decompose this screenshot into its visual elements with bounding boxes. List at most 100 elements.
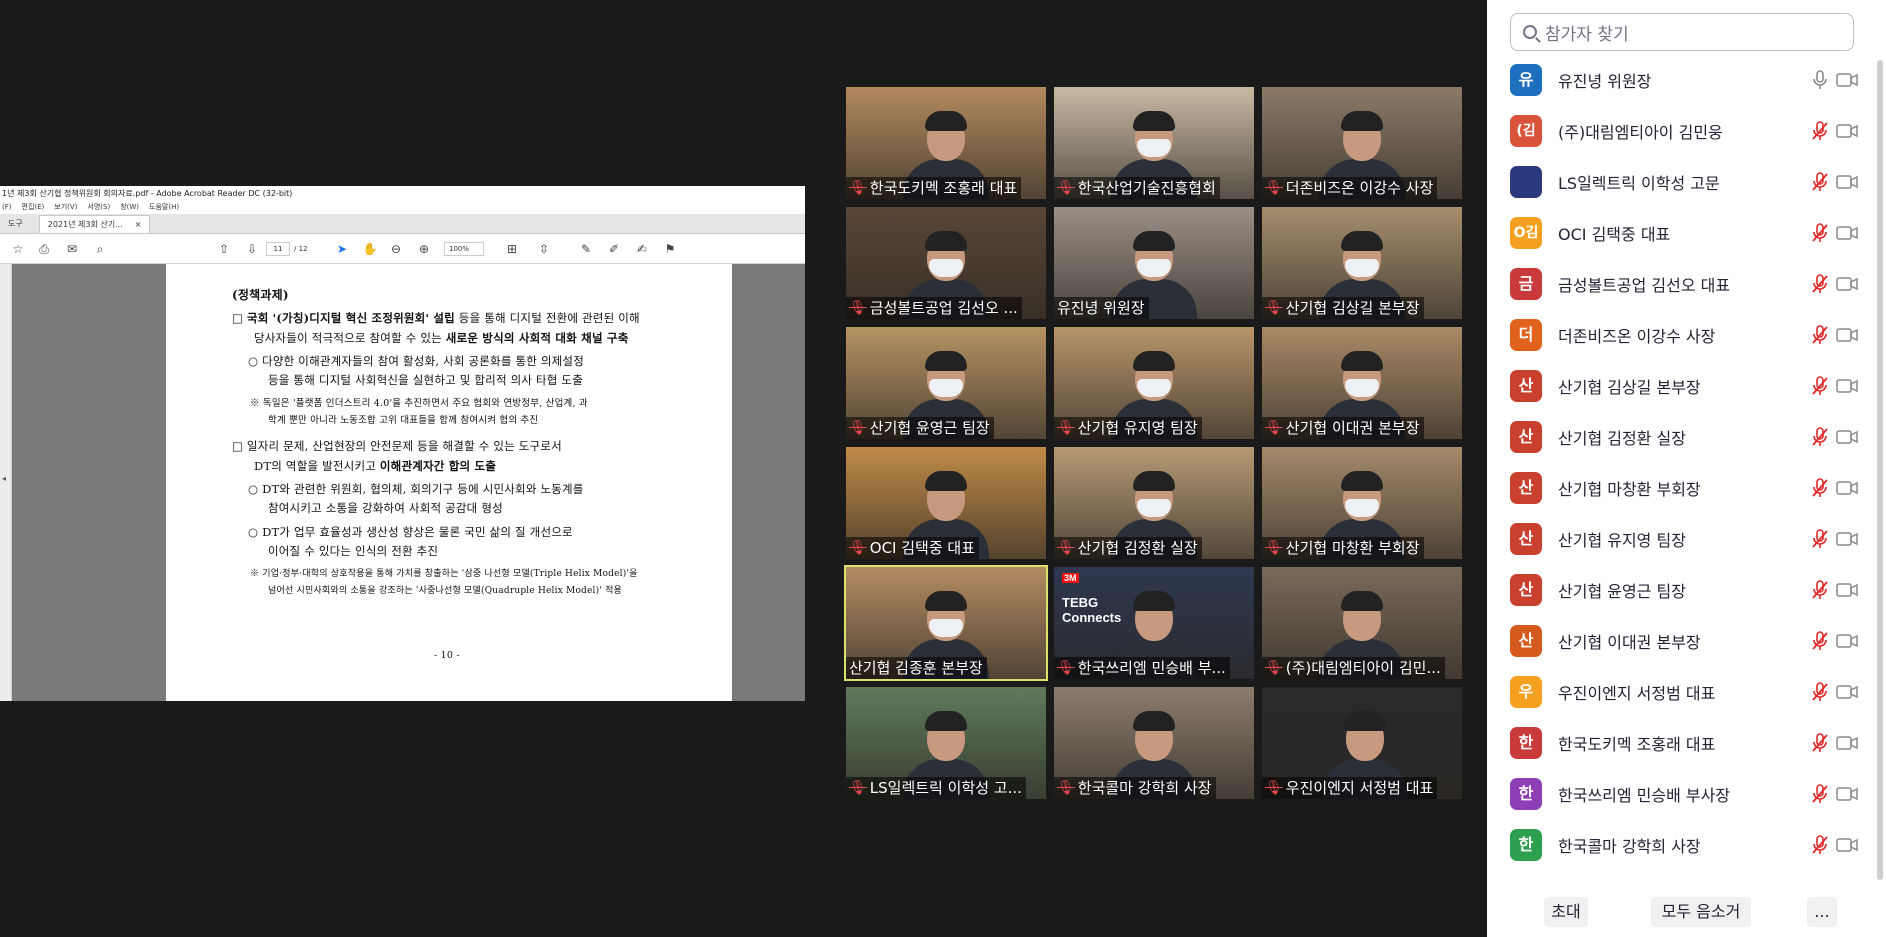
zoom-select[interactable]: 100% [444,242,484,256]
mic-muted-icon[interactable] [1811,171,1829,192]
mic-muted-icon[interactable] [1811,579,1829,600]
stamp-icon[interactable]: ⚑ [662,241,678,257]
fit-page-icon[interactable]: ⊞ [504,241,520,257]
menu-edit[interactable]: 편집(E) [22,201,45,214]
menu-window[interactable]: 창(W) [120,201,139,214]
video-tile[interactable]: 🎙 산기협 윤영근 팀장 [846,327,1046,439]
participant-row[interactable]: 한 한국쓰리엠 민승배 부사장 [1487,768,1877,819]
page-number-input[interactable]: 11 [266,242,290,256]
mic-muted-icon[interactable] [1811,630,1829,651]
tab-tools[interactable]: 도구 [0,215,31,233]
participant-row[interactable]: 금 금성볼트공업 김선오 대표 [1487,258,1877,309]
participant-row[interactable]: 산 산기협 윤영근 팀장 [1487,564,1877,615]
participant-row[interactable]: 한 한국도키멕 조홍래 대표 [1487,717,1877,768]
video-camera-icon[interactable] [1836,786,1858,801]
hand-tool-icon[interactable]: ✋ [362,241,378,257]
participant-row[interactable]: 산 산기협 유지영 팀장 [1487,513,1877,564]
sign-icon[interactable]: ✍ [634,241,650,257]
menu-file[interactable]: (F) [2,201,12,214]
participant-row[interactable]: (김 (주)대림엠티아이 김민웅 [1487,105,1877,156]
mic-muted-icon[interactable] [1811,834,1829,855]
video-tile[interactable]: 🎙 산기협 김정환 실장 [1054,447,1254,559]
video-tile[interactable]: 🎙 더존비즈온 이강수 사장 [1262,87,1462,199]
comment-icon[interactable]: ✎ [578,241,594,257]
mic-muted-icon[interactable] [1811,477,1829,498]
menu-view[interactable]: 보기(V) [54,201,77,214]
participant-list-scrollbar[interactable] [1877,60,1883,880]
mic-muted-icon[interactable] [1811,528,1829,549]
pdf-document-area[interactable]: ◂ (정책과제) □ 국회 '(가칭)디지털 혁신 조정위원회' 설립 등을 통… [0,264,805,701]
participant-row[interactable]: 더 더존비즈온 이강수 사장 [1487,309,1877,360]
video-camera-icon[interactable] [1836,72,1858,87]
mic-muted-icon[interactable] [1811,783,1829,804]
video-camera-icon[interactable] [1836,123,1858,138]
mic-muted-icon[interactable] [1811,426,1829,447]
pdf-side-panel-toggle[interactable]: ◂ [0,264,12,701]
video-tile[interactable]: 산기협 김종훈 본부장 [844,565,1048,681]
mail-icon[interactable]: ✉ [64,241,80,257]
more-options-button[interactable]: ... [1807,897,1837,927]
video-tile[interactable]: 🎙 금성볼트공업 김선오 ... [846,207,1046,319]
video-camera-icon[interactable] [1836,225,1858,240]
video-camera-icon[interactable] [1836,684,1858,699]
video-camera-icon[interactable] [1836,633,1858,648]
video-tile[interactable]: 🎙 산기협 유지영 팀장 [1054,327,1254,439]
search-icon[interactable]: ⌕ [92,241,108,257]
zoom-in-icon[interactable]: ⊕ [416,241,432,257]
scroll-mode-icon[interactable]: ⇳ [536,241,552,257]
video-tile[interactable]: 🎙 LS일렉트릭 이학성 고... [846,687,1046,799]
mic-muted-icon[interactable] [1811,273,1829,294]
participant-row[interactable]: 산 산기협 이대권 본부장 [1487,615,1877,666]
video-camera-icon[interactable] [1836,735,1858,750]
star-icon[interactable]: ☆ [10,241,26,257]
video-tile[interactable]: 🎙 우진이엔지 서정범 대표 [1262,687,1462,799]
video-camera-icon[interactable] [1836,276,1858,291]
video-tile[interactable]: 🎙 산기협 마창환 부회장 [1262,447,1462,559]
microphone-icon[interactable] [1811,69,1829,90]
video-tile[interactable]: 🎙 한국산업기술진흥협회 [1054,87,1254,199]
page-down-icon[interactable]: ⇩ [244,241,260,257]
participant-row[interactable]: 유 유진녕 위원장 [1487,54,1877,105]
invite-button[interactable]: 초대 [1544,897,1588,927]
video-tile[interactable]: 🎙 (주)대림엠티아이 김민... [1262,567,1462,679]
video-tile[interactable]: 🎙 한국콜마 강학희 사장 [1054,687,1254,799]
participant-row[interactable]: LS일렉트릭 이학성 고문 [1487,156,1877,207]
video-tile[interactable]: 🎙 한국쓰리엠 민승배 부... TEBG Connects 3M [1054,567,1254,679]
mic-muted-icon[interactable] [1811,120,1829,141]
video-camera-icon[interactable] [1836,174,1858,189]
video-camera-icon[interactable] [1836,531,1858,546]
participant-row[interactable]: O김 OCI 김택중 대표 [1487,207,1877,258]
print-icon[interactable]: ⎙ [36,241,52,257]
video-camera-icon[interactable] [1836,378,1858,393]
video-camera-icon[interactable] [1836,327,1858,342]
mic-muted-icon[interactable] [1811,324,1829,345]
video-tile[interactable]: 🎙 산기협 김상길 본부장 [1262,207,1462,319]
participant-row[interactable]: 한 한국콜마 강학희 사장 [1487,819,1877,870]
tab-document[interactable]: 2021년 제3회 산기... × [38,215,151,233]
video-camera-icon[interactable] [1836,429,1858,444]
participant-row[interactable]: 산 산기협 김상길 본부장 [1487,360,1877,411]
zoom-out-icon[interactable]: ⊖ [388,241,404,257]
participant-row[interactable]: 산 산기협 마창환 부회장 [1487,462,1877,513]
video-camera-icon[interactable] [1836,480,1858,495]
video-camera-icon[interactable] [1836,582,1858,597]
participant-search-input[interactable]: 참가자 찾기 [1510,13,1854,51]
select-cursor-icon[interactable]: ➤ [334,241,350,257]
menu-sign[interactable]: 서명(S) [87,201,110,214]
page-up-icon[interactable]: ⇧ [216,241,232,257]
menu-help[interactable]: 도움말(H) [149,201,179,214]
mic-muted-icon[interactable] [1811,375,1829,396]
video-tile[interactable]: 🎙 한국도키멕 조홍래 대표 [846,87,1046,199]
close-icon[interactable]: × [135,216,142,233]
video-camera-icon[interactable] [1836,837,1858,852]
participant-row[interactable]: 산 산기협 김정환 실장 [1487,411,1877,462]
video-tile[interactable]: 유진녕 위원장 [1054,207,1254,319]
highlight-icon[interactable]: ✐ [606,241,622,257]
mute-all-button[interactable]: 모두 음소거 [1651,897,1751,927]
participant-row[interactable]: 우 우진이엔지 서정범 대표 [1487,666,1877,717]
video-tile[interactable]: 🎙 OCI 김택중 대표 [846,447,1046,559]
video-tile[interactable]: 🎙 산기협 이대권 본부장 [1262,327,1462,439]
mic-muted-icon[interactable] [1811,222,1829,243]
mic-muted-icon[interactable] [1811,681,1829,702]
mic-muted-icon[interactable] [1811,732,1829,753]
